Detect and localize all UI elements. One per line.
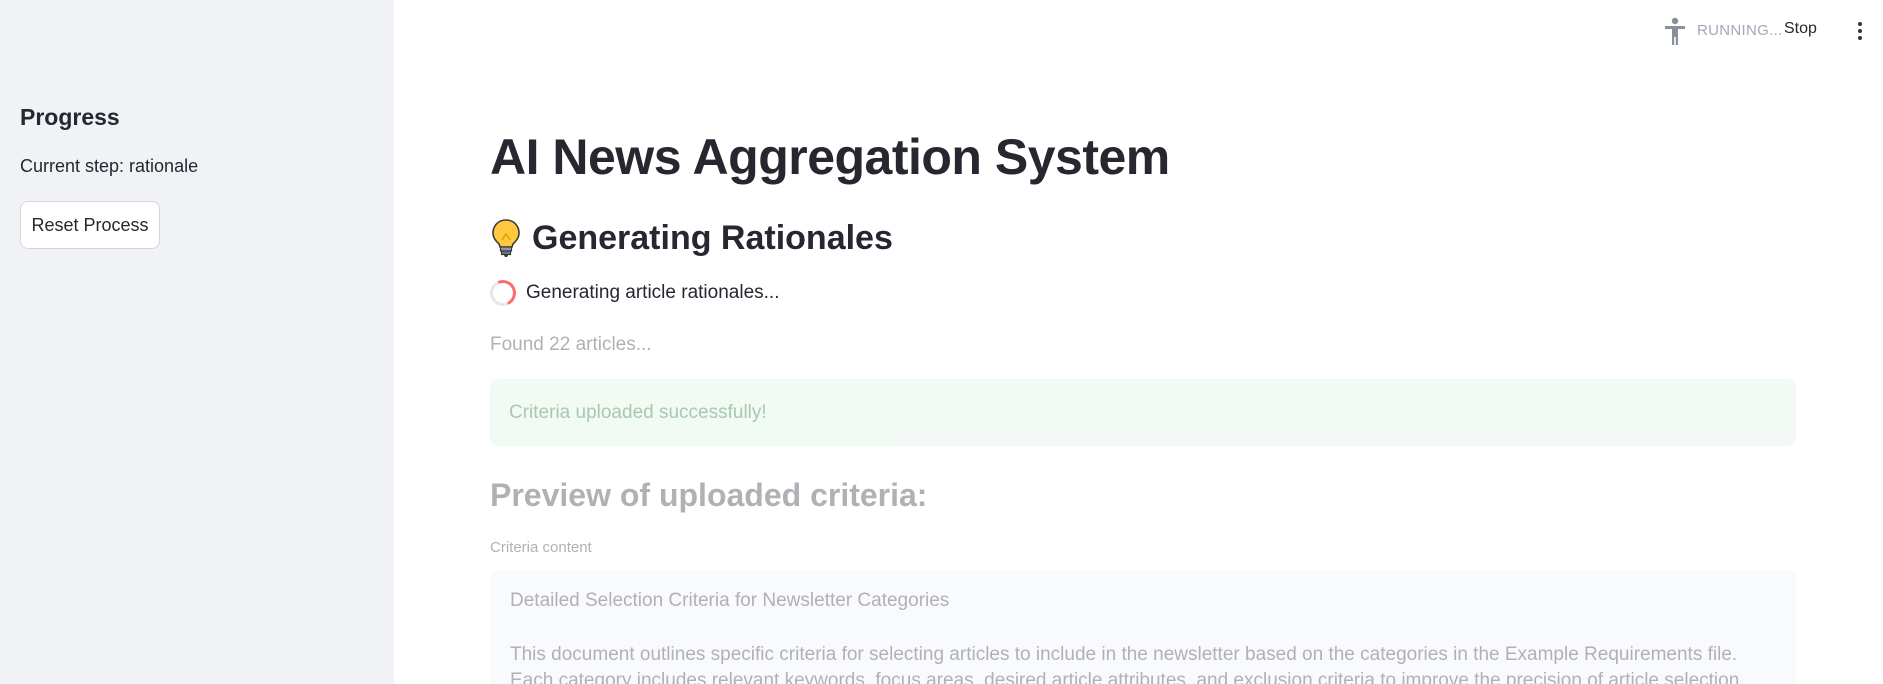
preview-heading: Preview of uploaded criteria: [490, 477, 928, 513]
reset-process-button[interactable]: Reset Process [20, 201, 160, 249]
spinner-text: Generating article rationales... [526, 282, 780, 303]
sidebar-title: Progress [20, 104, 120, 130]
current-step-text: Current step: rationale [20, 156, 199, 176]
criteria-label: Criteria content [490, 539, 592, 556]
spinner-icon [486, 276, 520, 310]
success-alert-text: Criteria uploaded successfully! [509, 402, 767, 423]
sidebar: Progress Current step: rationale Reset P… [0, 0, 394, 684]
main-content: AI News Aggregation System Generating Ra… [486, 0, 1796, 684]
criteria-line-body: This document outlines specific criteria… [510, 644, 1745, 684]
lightbulb-icon [492, 219, 520, 257]
section-title: Generating Rationales [490, 218, 893, 258]
kebab-menu-icon[interactable] [1852, 19, 1868, 43]
app-root: Progress Current step: rationale Reset P… [0, 0, 1883, 684]
found-articles-text: Found 22 articles... [490, 334, 652, 355]
criteria-textarea[interactable]: Detailed Selection Criteria for Newslett… [490, 570, 1796, 684]
success-alert: Criteria uploaded successfully! [490, 379, 1796, 446]
section-title-text: Generating Rationales [532, 218, 893, 257]
page-title: AI News Aggregation System [490, 129, 1170, 185]
criteria-line-heading: Detailed Selection Criteria for Newslett… [510, 590, 950, 611]
spinner-row: Generating article rationales... [486, 276, 780, 310]
